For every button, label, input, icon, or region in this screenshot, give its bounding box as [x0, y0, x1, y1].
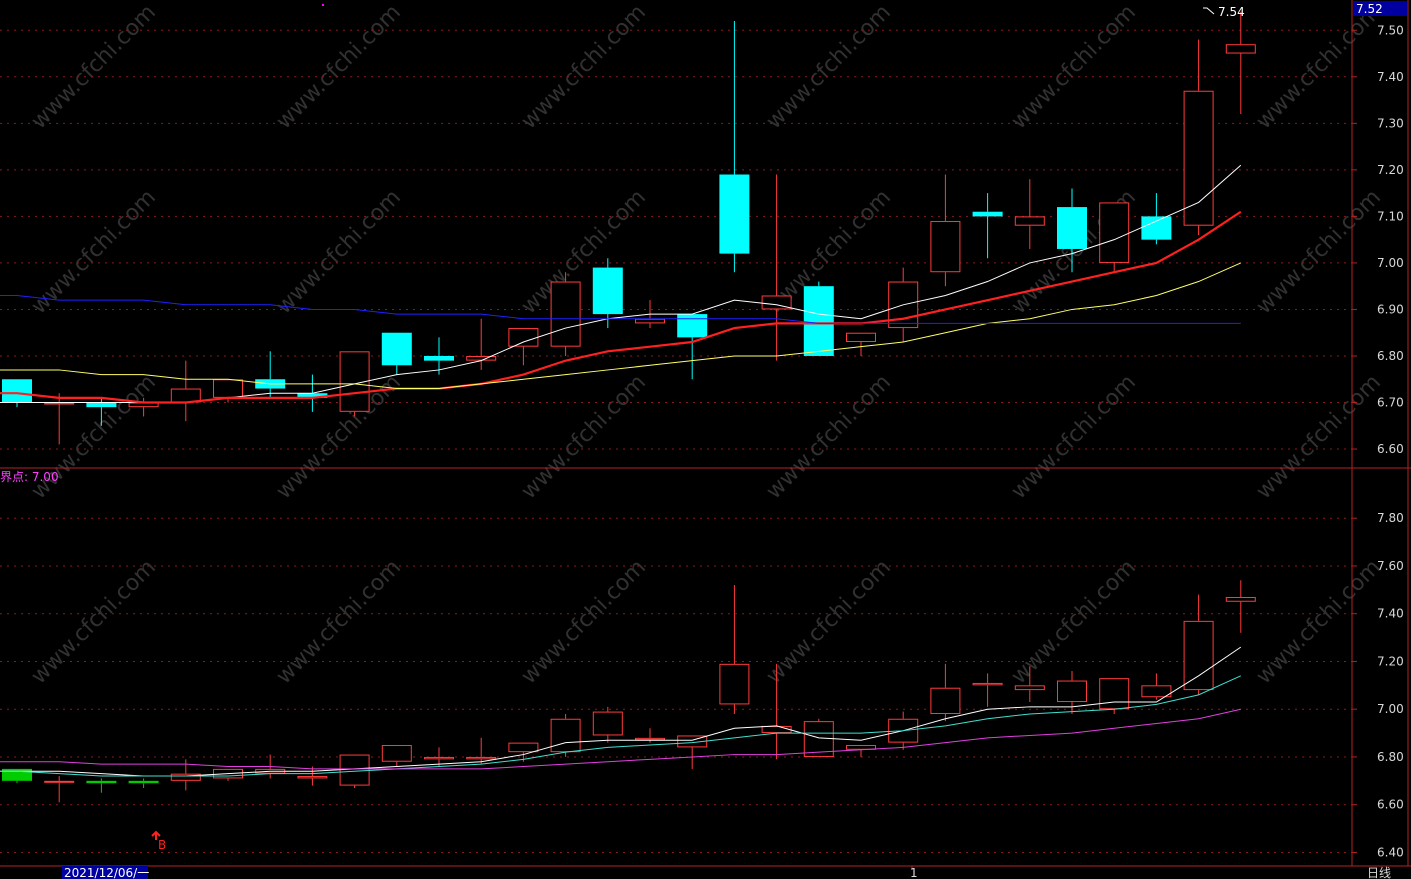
- upper-tick-label: 6.90: [1377, 302, 1404, 316]
- candle-body: [1057, 680, 1087, 703]
- upper-tick-label: 6.70: [1377, 396, 1404, 410]
- candle-body: [846, 332, 876, 343]
- candle-body: [424, 355, 454, 361]
- candle-body: [381, 745, 412, 762]
- current-price-label: 7.52: [1356, 2, 1383, 16]
- lower-tick-label: 7.80: [1377, 511, 1404, 525]
- time-marker-label: 1: [910, 866, 918, 879]
- lower-tick-label: 7.00: [1377, 702, 1404, 716]
- candle-body: [466, 355, 497, 361]
- candle-body: [635, 737, 665, 741]
- candle-body: [508, 328, 539, 347]
- candle-body: [381, 332, 412, 366]
- candle-body: [1014, 685, 1045, 691]
- candle-body: [128, 780, 159, 784]
- candle-body: [550, 718, 581, 753]
- upper-tick-label: 7.30: [1377, 116, 1404, 130]
- candle-body: [677, 314, 708, 338]
- candle-body: [1183, 620, 1214, 691]
- upper-tick-label: 7.20: [1377, 163, 1404, 177]
- upper-tick-label: 6.60: [1377, 442, 1404, 456]
- candle-body: [972, 682, 1003, 686]
- lower-tick-label: 6.40: [1377, 845, 1404, 859]
- candle-body: [424, 756, 454, 760]
- upper-tick-label: 7.00: [1377, 256, 1404, 270]
- candle-body: [1141, 685, 1172, 698]
- lower-tick-label: 7.40: [1377, 607, 1404, 621]
- candle-body: [86, 402, 117, 408]
- candle-body: [339, 754, 370, 786]
- candle-body: [86, 780, 117, 784]
- candle-body: [170, 388, 201, 403]
- candle-body: [1099, 678, 1130, 710]
- lower-tick-label: 6.80: [1377, 750, 1404, 764]
- upper-tick-label: 7.40: [1377, 70, 1404, 84]
- candle-body: [1099, 202, 1130, 263]
- candle-body: [1141, 216, 1172, 240]
- candle-body: [44, 402, 75, 405]
- lower-tick-label: 6.60: [1377, 798, 1404, 812]
- candle-body: [1225, 596, 1256, 602]
- high-price-label: 7.54: [1218, 5, 1245, 19]
- indicator-label: 界点: 7.00: [0, 470, 59, 484]
- candle-body: [592, 711, 623, 736]
- lower-tick-label: 7.60: [1377, 559, 1404, 573]
- lower-tick-label: 7.20: [1377, 654, 1404, 668]
- candle-body: [635, 318, 665, 324]
- candle-body: [719, 174, 750, 254]
- candle-body: [803, 286, 834, 356]
- candle-body: [930, 687, 961, 714]
- candle-body: [972, 211, 1003, 217]
- candle-body: [719, 663, 750, 705]
- candle-body: [592, 267, 623, 315]
- top-marker-dot: [322, 4, 324, 6]
- candle-body: [2, 379, 32, 403]
- candle-body: [44, 780, 75, 783]
- candle-body: [930, 221, 961, 273]
- candle-body: [1183, 90, 1214, 226]
- upper-tick-label: 7.10: [1377, 209, 1404, 223]
- candle-body: [297, 776, 328, 779]
- upper-tick-label: 7.50: [1377, 23, 1404, 37]
- candle-body: [466, 756, 497, 760]
- candle-body: [761, 725, 792, 734]
- candle-body: [213, 379, 243, 398]
- upper-tick-label: 6.80: [1377, 349, 1404, 363]
- date-label: 2021/12/06/一: [64, 866, 149, 879]
- period-label[interactable]: 日线: [1367, 866, 1391, 879]
- candle-body: [508, 742, 539, 753]
- candle-body: [1225, 44, 1256, 54]
- candle-body: [550, 281, 581, 347]
- candle-body: [1014, 216, 1045, 226]
- stock-chart[interactable]: www.cfchi.com www.cfchi.com www.cfchi.com w…: [0, 0, 1411, 879]
- candle-body: [1057, 207, 1087, 249]
- buy-signal-label: B: [158, 838, 166, 852]
